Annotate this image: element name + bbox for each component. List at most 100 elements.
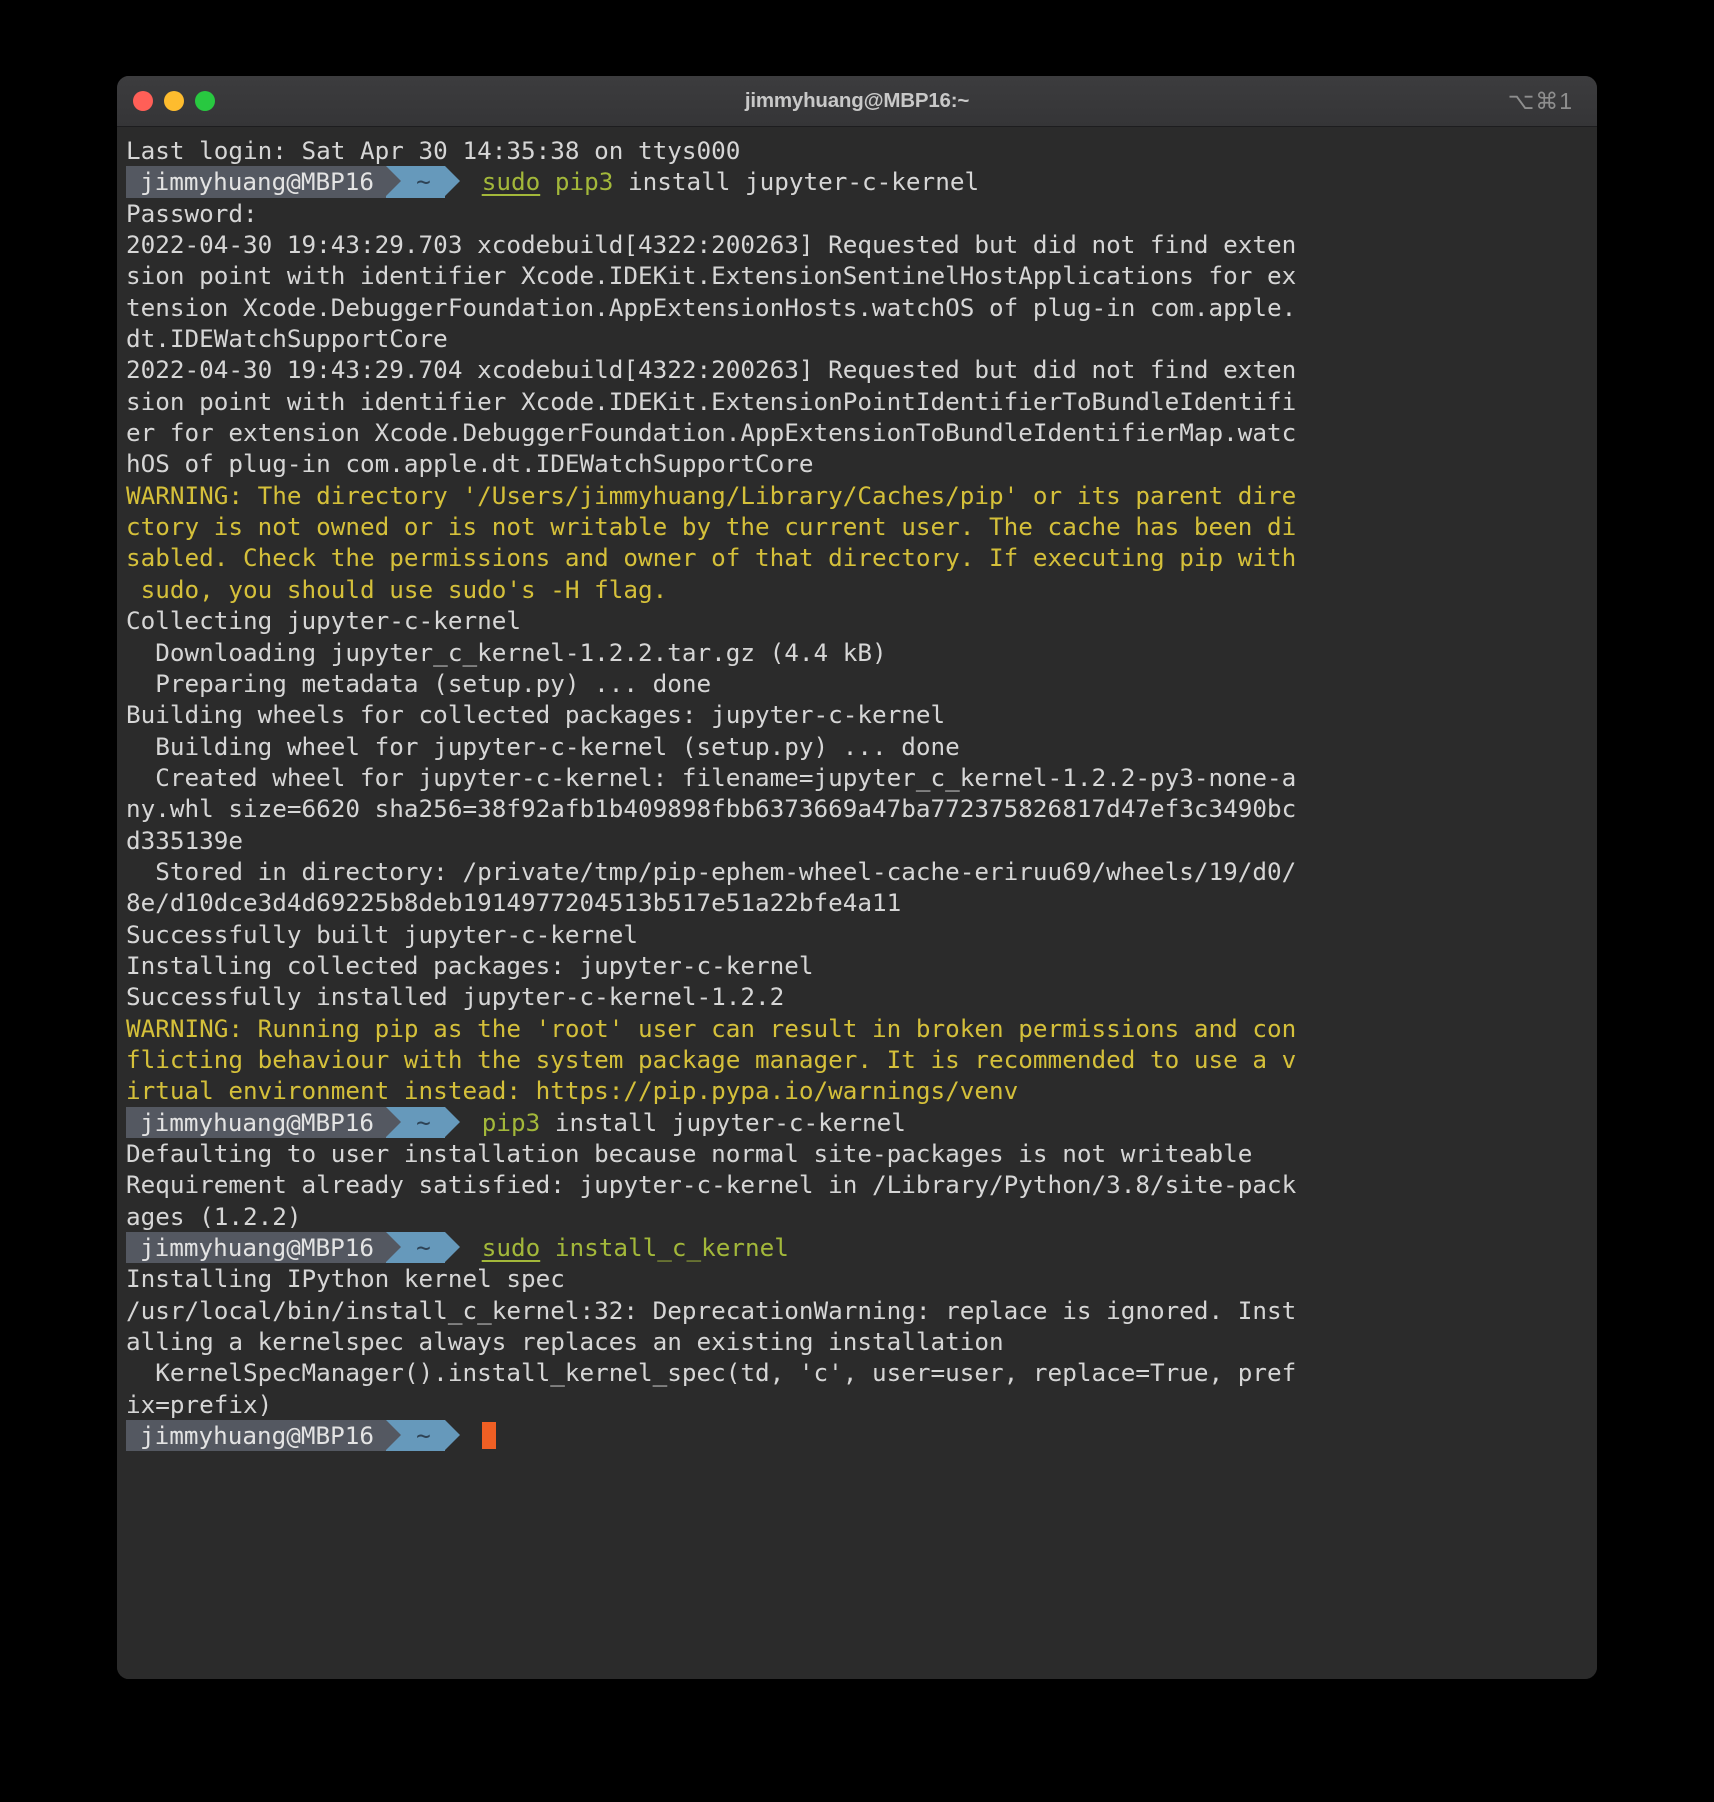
terminal-prompt-line: jimmyhuang@MBP16 ~ (117, 1420, 1597, 1452)
terminal-output-line: Downloading jupyter_c_kernel-1.2.2.tar.g… (117, 637, 1597, 668)
prompt-host-segment: jimmyhuang@MBP16 (126, 1232, 387, 1264)
terminal-line-text: Building wheels for collected packages: … (126, 700, 946, 730)
terminal-window: jimmyhuang@MBP16:~ ⌥⌘1 Last login: Sat A… (117, 76, 1597, 1679)
terminal-output-line: Installing collected packages: jupyter-c… (117, 950, 1597, 981)
terminal-line-text: 2022-04-30 19:43:29.704 xcodebuild[4322:… (126, 355, 1297, 385)
terminal-output-line: 2022-04-30 19:43:29.703 xcodebuild[4322:… (117, 229, 1597, 260)
terminal-output-line: WARNING: The directory '/Users/jimmyhuan… (117, 480, 1597, 511)
powerline-separator-icon (386, 1420, 402, 1451)
prompt-host-segment: jimmyhuang@MBP16 (126, 1420, 387, 1452)
prompt-host-segment: jimmyhuang@MBP16 (126, 166, 387, 198)
command-token: pip3 (554, 167, 614, 197)
terminal-line-text: dt.IDEWatchSupportCore (126, 324, 448, 354)
powerline-prompt: jimmyhuang@MBP16 ~ (126, 1232, 460, 1264)
terminal-line-text: WARNING: The directory '/Users/jimmyhuan… (126, 480, 1297, 510)
command-token (540, 1233, 555, 1262)
command-token: pip3 (481, 1107, 541, 1137)
terminal-line-text: 8e/d10dce3d4d69225b8deb1914977204513b517… (126, 888, 902, 918)
terminal-output-line: Password: (117, 198, 1597, 229)
terminal-output-line: ctory is not owned or is not writable by… (117, 511, 1597, 542)
terminal-output-line: Created wheel for jupyter-c-kernel: file… (117, 762, 1597, 793)
prompt-host-segment: jimmyhuang@MBP16 (126, 1106, 387, 1138)
window-titlebar[interactable]: jimmyhuang@MBP16:~ ⌥⌘1 (117, 76, 1597, 127)
window-title: jimmyhuang@MBP16:~ (744, 89, 970, 112)
terminal-line-text: Defaulting to user installation because … (126, 1139, 1253, 1168)
powerline-separator-icon (444, 1420, 460, 1451)
terminal-prompt-line: jimmyhuang@MBP16 ~ sudo install_c_kernel (117, 1232, 1597, 1264)
terminal-output-line: ages (1.2.2) (117, 1201, 1597, 1232)
terminal-output-line: Building wheels for collected packages: … (117, 699, 1597, 730)
terminal-output-line: WARNING: Running pip as the 'root' user … (117, 1013, 1597, 1044)
terminal-line-text: ix=prefix) (126, 1389, 273, 1419)
terminal-line-text: Installing collected packages: jupyter-c… (126, 950, 814, 980)
terminal-output-line: Requirement already satisfied: jupyter-c… (117, 1169, 1597, 1200)
terminal-line-text: ages (1.2.2) (126, 1201, 302, 1231)
terminal-line-text: sion point with identifier Xcode.IDEKit.… (126, 386, 1297, 416)
terminal-line-text: sion point with identifier Xcode.IDEKit.… (126, 261, 1297, 291)
terminal-line-text: Building wheel for jupyter-c-kernel (set… (126, 731, 960, 761)
screen: jimmyhuang@MBP16:~ ⌥⌘1 Last login: Sat A… (0, 0, 1714, 1802)
keyboard-shortcut-hint: ⌥⌘1 (1507, 87, 1573, 114)
terminal-line-text: Created wheel for jupyter-c-kernel: file… (126, 762, 1297, 792)
terminal-output-line: tension Xcode.DebuggerFoundation.AppExte… (117, 292, 1597, 323)
terminal-line-text: ny.whl size=6620 sha256=38f92afb1b409898… (126, 794, 1297, 824)
close-window-button[interactable] (133, 91, 153, 111)
command-token: install_c_kernel (554, 1233, 789, 1263)
terminal-output-line: alling a kernelspec always replaces an e… (117, 1326, 1597, 1357)
terminal-line-text: irtual environment instead: https://pip.… (126, 1076, 1019, 1106)
terminal-output-line: ix=prefix) (117, 1389, 1597, 1420)
terminal-output-line: Last login: Sat Apr 30 14:35:38 on ttys0… (117, 135, 1597, 166)
terminal-line-text: Installing IPython kernel spec (126, 1264, 565, 1294)
terminal-output-area[interactable]: Last login: Sat Apr 30 14:35:38 on ttys0… (117, 127, 1597, 1679)
minimize-window-button[interactable] (164, 91, 184, 111)
terminal-line-text: flicting behaviour with the system packa… (126, 1044, 1297, 1074)
terminal-output-line: irtual environment instead: https://pip.… (117, 1075, 1597, 1106)
terminal-line-text: sudo, you should use sudo's -H flag. (126, 574, 668, 604)
powerline-separator-icon (444, 1232, 460, 1263)
terminal-output-line: Successfully installed jupyter-c-kernel-… (117, 981, 1597, 1012)
terminal-line-text: tension Xcode.DebuggerFoundation.AppExte… (126, 292, 1297, 322)
text-cursor (481, 1422, 496, 1450)
terminal-line-text: d335139e (126, 825, 244, 855)
terminal-line-text: WARNING: Running pip as the 'root' user … (126, 1013, 1297, 1043)
terminal-output-line: 2022-04-30 19:43:29.704 xcodebuild[4322:… (117, 354, 1597, 385)
terminal-output-line: Installing IPython kernel spec (117, 1263, 1597, 1294)
terminal-prompt-line: jimmyhuang@MBP16 ~ sudo pip3 install jupyt… (117, 166, 1597, 198)
terminal-line-text: KernelSpecManager().install_kernel_spec(… (126, 1358, 1297, 1388)
terminal-output-line: Stored in directory: /private/tmp/pip-ep… (117, 856, 1597, 887)
terminal-line-text: Last login: Sat Apr 30 14:35:38 on ttys0… (126, 136, 741, 165)
terminal-line-text: Successfully built jupyter-c-kernel (126, 919, 638, 949)
terminal-output-line: flicting behaviour with the system packa… (117, 1044, 1597, 1075)
terminal-output-line: Preparing metadata (setup.py) ... done (117, 668, 1597, 699)
terminal-output-line: sion point with identifier Xcode.IDEKit.… (117, 386, 1597, 417)
maximize-window-button[interactable] (195, 91, 215, 111)
terminal-line-text: Collecting jupyter-c-kernel (126, 606, 521, 636)
terminal-line-text: Preparing metadata (setup.py) ... done (126, 668, 712, 698)
terminal-output-line: 8e/d10dce3d4d69225b8deb1914977204513b517… (117, 887, 1597, 918)
traffic-light-group (133, 76, 215, 126)
terminal-line-text: hOS of plug-in com.apple.dt.IDEWatchSupp… (126, 449, 814, 479)
terminal-line-text: Stored in directory: /private/tmp/pip-ep… (126, 856, 1297, 886)
terminal-output-line: d335139e (117, 825, 1597, 856)
terminal-line-text: 2022-04-30 19:43:29.703 xcodebuild[4322:… (126, 230, 1297, 260)
terminal-output-line: Building wheel for jupyter-c-kernel (set… (117, 731, 1597, 762)
terminal-line-text: Successfully installed jupyter-c-kernel-… (126, 982, 785, 1012)
powerline-separator-icon (386, 1106, 402, 1137)
terminal-output-line: Successfully built jupyter-c-kernel (117, 919, 1597, 950)
terminal-line-text: er for extension Xcode.DebuggerFoundatio… (126, 418, 1297, 448)
terminal-line-text: /usr/local/bin/install_c_kernel:32: Depr… (126, 1295, 1297, 1325)
terminal-line-text: alling a kernelspec always replaces an e… (126, 1327, 1004, 1357)
terminal-output-line: sudo, you should use sudo's -H flag. (117, 574, 1597, 605)
powerline-separator-icon (444, 166, 460, 197)
terminal-line-text: ctory is not owned or is not writable by… (126, 512, 1297, 542)
terminal-line-text: Downloading jupyter_c_kernel-1.2.2.tar.g… (126, 637, 887, 667)
command-token: sudo (481, 167, 541, 197)
powerline-prompt: jimmyhuang@MBP16 ~ (126, 166, 460, 198)
command-token (540, 167, 555, 196)
terminal-line-text: sabled. Check the permissions and owner … (126, 543, 1297, 573)
command-token: install jupyter-c-kernel (613, 167, 980, 197)
terminal-line-text: Requirement already satisfied: jupyter-c… (126, 1170, 1297, 1200)
terminal-output-line: KernelSpecManager().install_kernel_spec(… (117, 1357, 1597, 1388)
powerline-prompt: jimmyhuang@MBP16 ~ (126, 1420, 460, 1452)
command-token: install jupyter-c-kernel (540, 1107, 906, 1137)
